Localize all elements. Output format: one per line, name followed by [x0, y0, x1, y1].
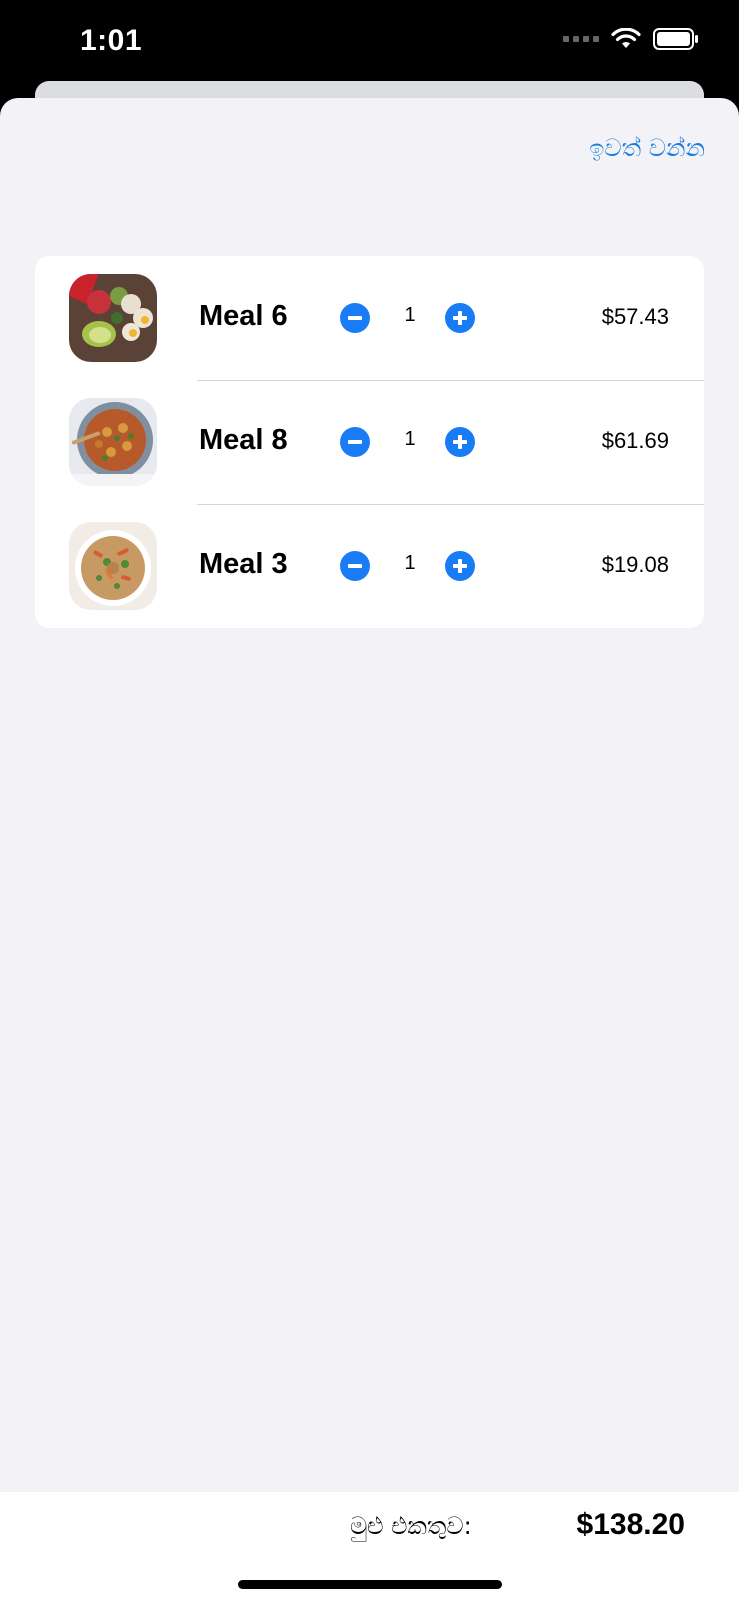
- meal-name: Meal 6: [199, 300, 288, 332]
- wifi-icon: [611, 28, 641, 48]
- quantity-value: 1: [404, 552, 416, 574]
- home-indicator[interactable]: [238, 1580, 502, 1589]
- increase-quantity-button[interactable]: [445, 427, 475, 457]
- dismiss-button[interactable]: ඉවත් වන්න: [589, 134, 705, 162]
- item-price: $61.69: [601, 428, 669, 453]
- cart-list: Meal 6 1 $57.43 Meal 8 1 $61.69 Meal 3 1…: [35, 256, 704, 628]
- cart-item-row: Meal 8 1 $61.69: [35, 380, 704, 504]
- meal-name: Meal 8: [199, 424, 288, 456]
- meal-thumbnail: [69, 398, 157, 486]
- item-price: $19.08: [601, 552, 669, 577]
- quantity-value: 1: [404, 428, 416, 450]
- battery-icon: [653, 28, 698, 50]
- increase-quantity-button[interactable]: [445, 303, 475, 333]
- status-time: 1:01: [80, 24, 143, 57]
- cellular-signal-icon: [563, 36, 599, 42]
- decrease-quantity-button[interactable]: [340, 303, 370, 333]
- status-bar: 1:01: [0, 0, 739, 92]
- cart-footer: මුළු එකතුව: $138.20: [0, 1492, 739, 1600]
- meal-thumbnail: [69, 522, 157, 610]
- decrease-quantity-button[interactable]: [340, 427, 370, 457]
- status-icons: [563, 28, 699, 50]
- cart-sheet: ඉවත් වන්න Meal 6 1 $57.43 Meal 8 1 $61.6…: [0, 98, 739, 1600]
- item-price: $57.43: [601, 304, 669, 329]
- decrease-quantity-button[interactable]: [340, 551, 370, 581]
- cart-item-row: Meal 3 1 $19.08: [35, 504, 704, 628]
- total-label: මුළු එකතුව:: [350, 1512, 472, 1540]
- total-value: $138.20: [576, 1508, 685, 1541]
- meal-name: Meal 3: [199, 548, 288, 580]
- cart-item-row: Meal 6 1 $57.43: [35, 256, 704, 380]
- quantity-value: 1: [404, 304, 416, 326]
- meal-thumbnail: [69, 274, 157, 362]
- increase-quantity-button[interactable]: [445, 551, 475, 581]
